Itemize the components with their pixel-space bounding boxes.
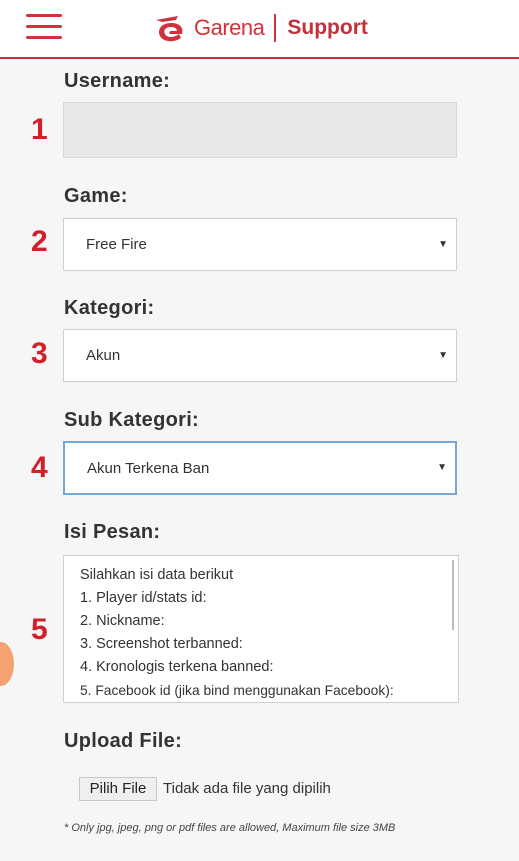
- isi-pesan-label: Isi Pesan:: [64, 521, 161, 543]
- step-number-4: 4: [31, 451, 48, 484]
- kategori-selected-value: Akun: [86, 347, 121, 364]
- choose-file-button[interactable]: Pilih File: [79, 777, 157, 801]
- game-select[interactable]: Free Fire ▼: [63, 218, 457, 271]
- game-label: Game:: [64, 185, 128, 207]
- username-label: Username:: [64, 70, 171, 92]
- upload-file-label: Upload File:: [64, 730, 183, 752]
- brand-divider: [274, 14, 277, 42]
- message-line: Silahkan isi data berikut: [80, 567, 234, 583]
- message-line: 4. Kronologis terkena banned:: [80, 659, 274, 675]
- caret-down-icon: ▼: [437, 462, 447, 473]
- message-line: 1. Player id/stats id:: [80, 590, 207, 606]
- floating-side-button[interactable]: [0, 642, 14, 686]
- message-line: 5. Facebook id (jika bind menggunakan Fa…: [80, 683, 394, 698]
- step-number-2: 2: [31, 225, 48, 258]
- brand[interactable]: Garena Support: [152, 10, 368, 46]
- sub-kategori-selected-value: Akun Terkena Ban: [87, 460, 210, 477]
- message-line: 2. Nickname:: [80, 613, 165, 629]
- textarea-scrollbar[interactable]: [452, 560, 454, 630]
- sub-kategori-select[interactable]: Akun Terkena Ban ▼: [63, 441, 457, 495]
- game-selected-value: Free Fire: [86, 236, 147, 253]
- step-number-1: 1: [31, 113, 48, 146]
- caret-down-icon: ▼: [438, 239, 448, 250]
- username-field[interactable]: [63, 102, 457, 158]
- section-title: Support: [287, 16, 368, 39]
- header: Garena Support: [0, 0, 519, 59]
- kategori-select[interactable]: Akun ▼: [63, 329, 457, 382]
- upload-note: * Only jpg, jpeg, png or pdf files are a…: [64, 822, 396, 834]
- message-textarea[interactable]: Silahkan isi data berikut 1. Player id/s…: [63, 555, 459, 703]
- file-status-text: Tidak ada file yang dipilih: [163, 780, 331, 797]
- caret-down-icon: ▼: [438, 350, 448, 361]
- sub-kategori-label: Sub Kategori:: [64, 409, 200, 431]
- message-line: 3. Screenshot terbanned:: [80, 636, 243, 652]
- brand-name: Garena: [194, 15, 265, 40]
- garena-logo-icon: [156, 16, 183, 42]
- kategori-label: Kategori:: [64, 297, 155, 319]
- step-number-5: 5: [31, 613, 48, 646]
- step-number-3: 3: [31, 337, 48, 370]
- hamburger-menu-icon[interactable]: [24, 12, 64, 42]
